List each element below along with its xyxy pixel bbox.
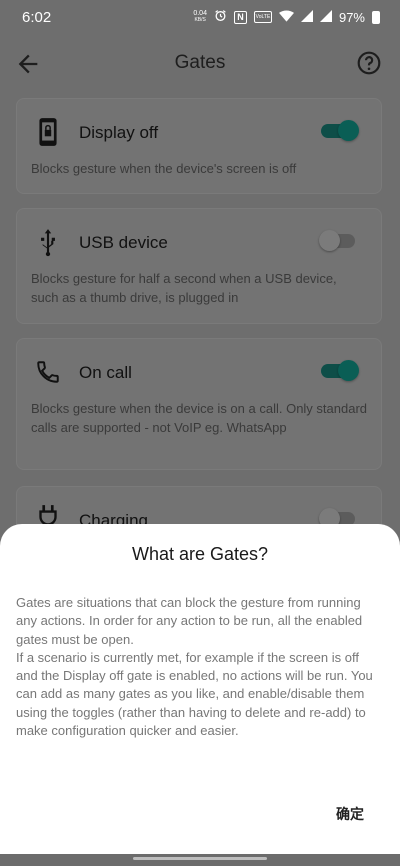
gate-description: Blocks gesture when the device's screen …	[31, 161, 297, 176]
wifi-icon	[278, 10, 294, 25]
gesture-handle[interactable]	[133, 857, 267, 860]
phone-call-icon	[37, 361, 59, 383]
dialog-title: What are Gates?	[131, 544, 269, 564]
signal-icon-2	[319, 9, 332, 25]
signal-icon	[300, 9, 313, 25]
network-speed: 0.04 KB/S	[193, 10, 207, 24]
battery-percent: 97%	[338, 9, 365, 25]
volte-label: VoLTE	[255, 13, 271, 20]
gate-card-usb-device[interactable]: USB device Blocks gesture for half a sec…	[16, 208, 382, 324]
gate-card-on-call[interactable]: On call Blocks gesture when the device i…	[16, 338, 382, 470]
status-time: 6:02	[22, 8, 52, 26]
gate-toggle-usb-device[interactable]	[319, 230, 355, 251]
gate-toggle-display-off[interactable]	[321, 120, 359, 141]
volte-icon: VoLTE	[253, 11, 272, 23]
dialog-paragraph: Gates are situations that can block the …	[16, 595, 363, 647]
battery-icon	[372, 10, 380, 24]
app-bar: Gates	[0, 34, 400, 94]
info-dialog: What are Gates? Gates are situations tha…	[0, 524, 400, 854]
gate-title: Display off	[79, 123, 159, 142]
help-icon	[357, 51, 381, 75]
page-title: Gates	[174, 52, 226, 73]
navigation-bar	[0, 854, 400, 866]
status-bar: 6:02 0.04 KB/S N VoLTE 97%	[0, 0, 400, 34]
help-button[interactable]	[356, 50, 382, 76]
gate-card-display-off[interactable]: Display off Blocks gesture when the devi…	[16, 98, 382, 194]
gate-description: Blocks gesture when the device is on a c…	[31, 401, 368, 435]
toggle-knob	[319, 230, 340, 251]
gate-title: On call	[79, 363, 132, 382]
phone-lock-icon	[39, 118, 57, 146]
toggle-knob	[338, 360, 359, 381]
network-speed-value: 0.04	[193, 10, 207, 17]
alarm-icon	[214, 9, 227, 25]
dialog-paragraph: If a scenario is currently met, for exam…	[16, 649, 373, 739]
nfc-glyph: N	[237, 12, 244, 22]
usb-icon	[41, 229, 55, 257]
gate-title: USB device	[79, 233, 168, 252]
network-speed-unit: KB/S	[194, 17, 206, 23]
nfc-icon: N	[233, 10, 247, 24]
confirm-button[interactable]: 确定	[336, 804, 364, 824]
status-icons: 0.04 KB/S N VoLTE 97%	[193, 9, 380, 25]
toggle-knob	[338, 120, 359, 141]
gate-description: Blocks gesture for half a second when a …	[31, 271, 337, 305]
gate-toggle-on-call[interactable]	[321, 360, 359, 381]
dialog-body: Gates are situations that can block the …	[16, 594, 382, 740]
